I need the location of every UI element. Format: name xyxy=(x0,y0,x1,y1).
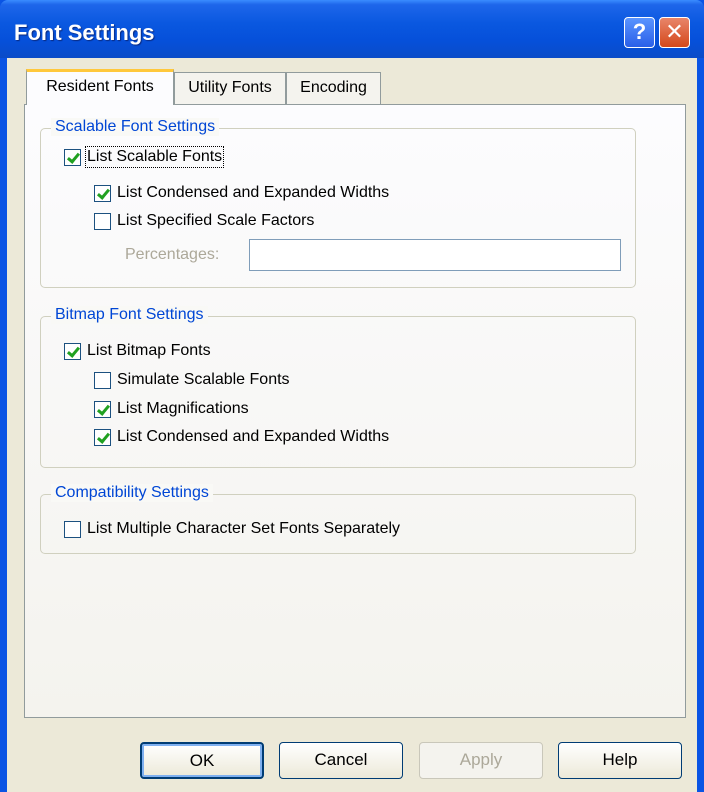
list-scalable-fonts-row[interactable]: List Scalable Fonts xyxy=(64,146,225,168)
scale-factors-checkbox[interactable] xyxy=(94,212,111,230)
scale-factors-row[interactable]: List Specified Scale Factors xyxy=(94,210,314,232)
bitmap-condensed-label[interactable]: List Condensed and Expanded Widths xyxy=(117,428,389,446)
percentages-input[interactable] xyxy=(249,239,621,271)
list-scalable-fonts-checkbox[interactable] xyxy=(64,148,81,166)
percentages-label: Percentages: xyxy=(125,246,220,263)
tab-encoding[interactable]: Encoding xyxy=(286,72,381,104)
help-button[interactable]: Help xyxy=(558,742,682,779)
list-magnifications-checkbox[interactable] xyxy=(94,400,111,418)
cancel-button[interactable]: Cancel xyxy=(279,742,403,779)
list-magnifications-row[interactable]: List Magnifications xyxy=(94,398,249,420)
close-icon[interactable]: ✕ xyxy=(659,17,690,48)
scalable-condensed-checkbox[interactable] xyxy=(94,184,111,202)
title-bar[interactable]: Font Settings ? ✕ xyxy=(0,0,704,58)
bitmap-condensed-checkbox[interactable] xyxy=(94,428,111,446)
scalable-condensed-label[interactable]: List Condensed and Expanded Widths xyxy=(117,184,389,202)
list-magnifications-label[interactable]: List Magnifications xyxy=(117,400,249,418)
font-settings-window: Font Settings ? ✕ Resident Fonts Utility… xyxy=(0,0,704,792)
bitmap-condensed-row[interactable]: List Condensed and Expanded Widths xyxy=(94,426,389,448)
simulate-scalable-row[interactable]: Simulate Scalable Fonts xyxy=(94,369,290,391)
dialog-client-area: Resident Fonts Utility Fonts Encoding Sc… xyxy=(7,58,697,792)
tab-utility-fonts[interactable]: Utility Fonts xyxy=(174,72,286,104)
tab-resident-fonts[interactable]: Resident Fonts xyxy=(26,69,174,105)
group-label-bitmap: Bitmap Font Settings xyxy=(51,306,208,324)
multiple-charset-row[interactable]: List Multiple Character Set Fonts Separa… xyxy=(64,518,400,540)
multiple-charset-checkbox[interactable] xyxy=(64,520,81,538)
apply-button[interactable]: Apply xyxy=(419,742,543,779)
list-bitmap-fonts-label[interactable]: List Bitmap Fonts xyxy=(87,342,211,360)
help-icon[interactable]: ? xyxy=(624,17,655,48)
scalable-condensed-row[interactable]: List Condensed and Expanded Widths xyxy=(94,182,389,204)
group-label-compatibility: Compatibility Settings xyxy=(51,484,213,502)
simulate-scalable-label[interactable]: Simulate Scalable Fonts xyxy=(117,371,290,389)
simulate-scalable-checkbox[interactable] xyxy=(94,371,111,389)
list-scalable-fonts-label[interactable]: List Scalable Fonts xyxy=(84,146,225,168)
group-label-scalable: Scalable Font Settings xyxy=(51,118,220,136)
scale-factors-label[interactable]: List Specified Scale Factors xyxy=(117,212,314,230)
list-bitmap-fonts-row[interactable]: List Bitmap Fonts xyxy=(64,340,211,362)
ok-button[interactable]: OK xyxy=(140,742,264,779)
window-title: Font Settings xyxy=(14,20,155,45)
multiple-charset-label[interactable]: List Multiple Character Set Fonts Separa… xyxy=(87,520,400,538)
list-bitmap-fonts-checkbox[interactable] xyxy=(64,342,81,360)
